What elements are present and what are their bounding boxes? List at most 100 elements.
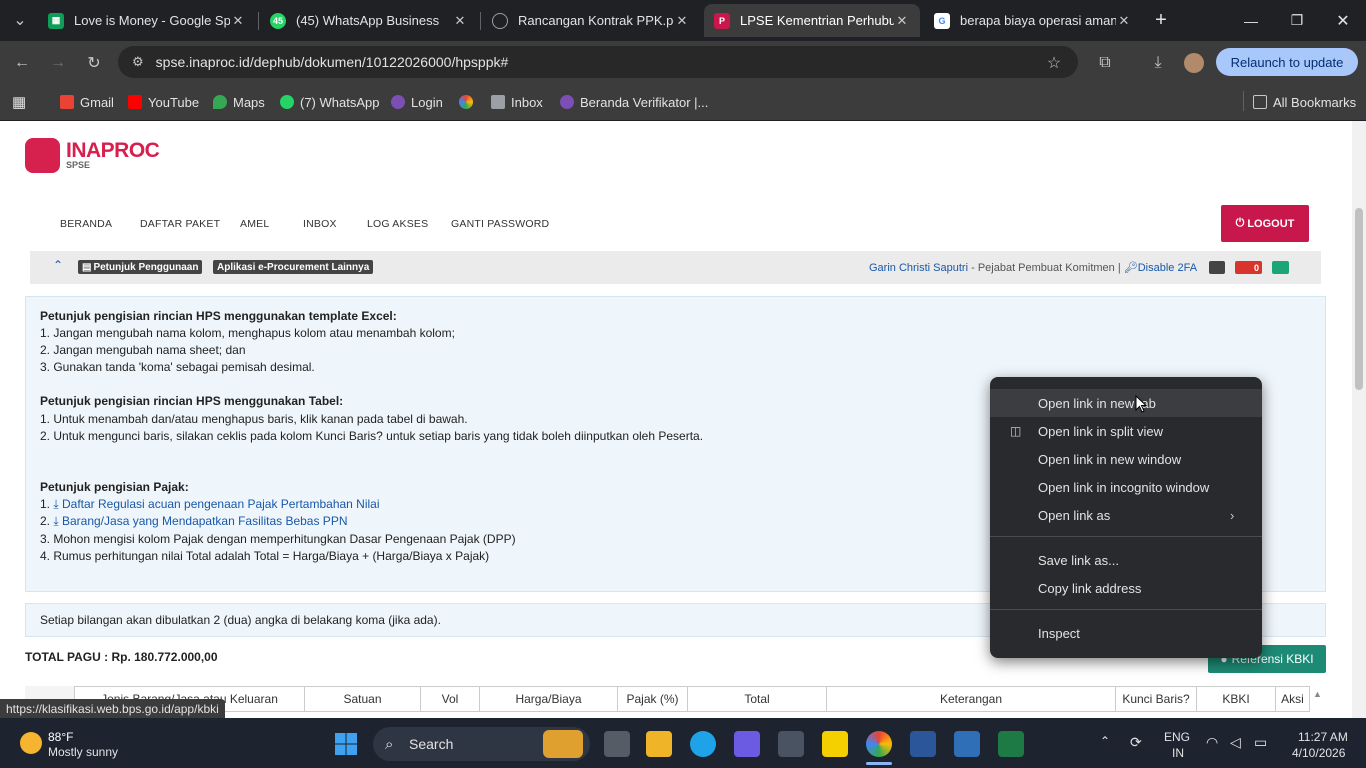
scroll-up-icon[interactable]: ▲ <box>1313 689 1322 699</box>
weather-sun-icon[interactable] <box>20 732 42 754</box>
list-item: 2. Untuk mengunci baris, silakan ceklis … <box>40 429 704 443</box>
nav-beranda[interactable]: BERANDA <box>60 218 112 230</box>
collapse-icon[interactable]: ⌃ <box>53 258 63 272</box>
apps-grid-icon[interactable]: ▦ <box>12 92 26 112</box>
all-bookmarks[interactable]: All Bookmarks <box>1253 92 1356 112</box>
page-scrollbar-thumb[interactable] <box>1355 208 1363 390</box>
extensions-icon[interactable]: ⧉ <box>1091 49 1119 77</box>
profile-avatar[interactable] <box>1184 53 1204 73</box>
col-kunci-baris[interactable]: Kunci Baris? <box>1116 686 1197 712</box>
tab-lpse[interactable]: P LPSE Kementrian Perhubung ✕ <box>704 4 920 37</box>
language-in[interactable]: IN <box>1172 746 1184 760</box>
windows-start-icon[interactable] <box>334 732 358 756</box>
battery-icon[interactable]: ▭ <box>1254 734 1267 751</box>
tab-title: (45) WhatsApp Business <box>296 13 440 28</box>
new-tab-icon[interactable]: + <box>1147 6 1175 34</box>
bookmark-star-icon[interactable]: ☆ <box>1040 49 1068 77</box>
bookmark-beranda[interactable]: Beranda Verifikator |... <box>560 92 708 112</box>
open-mail-icon[interactable] <box>1272 261 1289 274</box>
nav-amel[interactable]: AMEL <box>240 218 269 230</box>
forward-icon[interactable]: → <box>44 49 72 77</box>
bookmark-gmail[interactable]: Gmail <box>60 92 114 112</box>
col-satuan[interactable]: Satuan <box>305 686 421 712</box>
message-icon[interactable] <box>1209 261 1225 274</box>
menu-open-new-tab[interactable]: Open link in new tab <box>990 389 1262 417</box>
bookmark-inbox[interactable]: Inbox <box>491 92 543 112</box>
tab-pdf[interactable]: Rancangan Kontrak PPK.pdf ✕ <box>482 4 700 37</box>
window-close-icon[interactable]: ✕ <box>1320 0 1366 41</box>
minimize-icon[interactable]: — <box>1228 0 1274 41</box>
col-total[interactable]: Total <box>688 686 827 712</box>
taskbar-search[interactable]: ⌕ Search <box>373 727 590 761</box>
weather-temp[interactable]: 88°F <box>48 730 73 744</box>
list-item: 4. Rumus perhitungan nilai Total adalah … <box>40 549 490 563</box>
menu-open-link-as[interactable]: Open link as › <box>990 501 1262 529</box>
col-harga[interactable]: Harga/Biaya <box>480 686 618 712</box>
logout-button[interactable]: ⏻ LOGOUT <box>1221 205 1309 242</box>
bookmark-photos[interactable] <box>459 92 479 112</box>
close-icon[interactable]: ✕ <box>674 13 690 29</box>
url-text[interactable]: spse.inaproc.id/dephub/dokumen/101220260… <box>156 54 509 70</box>
task-view-icon[interactable] <box>604 731 630 757</box>
clock-date[interactable]: 4/10/2026 <box>1292 746 1345 760</box>
bookmark-whatsapp[interactable]: (7) WhatsApp <box>280 92 379 112</box>
nav-log-akses[interactable]: LOG AKSES <box>367 218 428 230</box>
weather-desc[interactable]: Mostly sunny <box>48 745 118 759</box>
language-eng[interactable]: ENG <box>1164 730 1190 744</box>
wifi-icon[interactable]: ◠ <box>1206 734 1218 751</box>
col-kbki[interactable]: KBKI <box>1197 686 1276 712</box>
sync-icon[interactable]: ⟳ <box>1130 734 1142 751</box>
excel-icon[interactable] <box>998 731 1024 757</box>
badge-petunjuk[interactable]: ▤ Petunjuk Penggunaan <box>78 260 203 274</box>
close-icon[interactable]: ✕ <box>230 13 246 29</box>
sticky-notes-icon[interactable] <box>822 731 848 757</box>
reload-icon[interactable]: ↻ <box>80 49 108 77</box>
regulasi-link[interactable]: Daftar Regulasi acuan pengenaan Pajak Pe… <box>62 497 380 511</box>
tab-google-sheets[interactable]: ▦ Love is Money - Google Spre ✕ <box>38 4 256 37</box>
tab-whatsapp[interactable]: 45 (45) WhatsApp Business ✕ <box>260 4 478 37</box>
nav-daftar-paket[interactable]: DAFTAR PAKET <box>140 218 220 230</box>
col-keterangan[interactable]: Keterangan <box>827 686 1116 712</box>
menu-inspect[interactable]: Inspect <box>990 619 1262 647</box>
disable-2fa-link[interactable]: Disable 2FA <box>1138 262 1197 274</box>
clock-time[interactable]: 11:27 AM <box>1298 730 1348 744</box>
copilot-icon[interactable] <box>734 731 760 757</box>
tab-search-icon[interactable]: ⌄ <box>6 6 34 34</box>
word-icon[interactable] <box>910 731 936 757</box>
col-vol[interactable]: Vol <box>421 686 480 712</box>
bookmark-login[interactable]: Login <box>391 92 443 112</box>
menu-save-link-as[interactable]: Save link as... <box>990 546 1262 574</box>
menu-open-new-window[interactable]: Open link in new window <box>990 445 1262 473</box>
col-pajak[interactable]: Pajak (%) <box>618 686 688 712</box>
bookmark-youtube[interactable]: YouTube <box>128 92 199 112</box>
menu-kebab-icon[interactable]: ⋮ <box>1336 49 1356 77</box>
menu-open-split-view[interactable]: ◫ Open link in split view <box>990 417 1262 445</box>
tab-google-search[interactable]: G berapa biaya operasi amand ✕ <box>924 4 1142 37</box>
calculator-icon[interactable] <box>954 731 980 757</box>
nav-ganti-password[interactable]: GANTI PASSWORD <box>451 218 549 230</box>
volume-icon[interactable]: ◁ <box>1230 734 1241 751</box>
menu-open-incognito[interactable]: Open link in incognito window <box>990 473 1262 501</box>
chrome-icon[interactable] <box>866 731 892 757</box>
restore-icon[interactable]: ❐ <box>1274 0 1320 41</box>
badge-aplikasi[interactable]: Aplikasi e-Procurement Lainnya <box>213 260 374 274</box>
mail-badge[interactable]: 0 <box>1235 261 1262 274</box>
user-name[interactable]: Garin Christi Saputri <box>869 262 968 274</box>
bookmark-maps[interactable]: Maps <box>213 92 265 112</box>
col-aksi[interactable]: Aksi <box>1276 686 1310 712</box>
edge-icon[interactable] <box>690 731 716 757</box>
bebas-ppn-link[interactable]: Barang/Jasa yang Mendapatkan Fasilitas B… <box>62 514 348 528</box>
login-icon <box>391 95 405 109</box>
close-icon[interactable]: ✕ <box>452 13 468 29</box>
close-icon[interactable]: ✕ <box>1116 13 1132 29</box>
menu-copy-link-address[interactable]: Copy link address <box>990 574 1262 602</box>
back-icon[interactable]: ← <box>8 49 36 77</box>
site-info-icon[interactable]: ⚙ <box>132 54 144 70</box>
camera-icon[interactable] <box>778 731 804 757</box>
file-explorer-icon[interactable] <box>646 731 672 757</box>
download-icon[interactable]: ⤓ <box>1144 49 1172 77</box>
nav-inbox[interactable]: INBOX <box>303 218 337 230</box>
chevron-up-icon[interactable]: ⌃ <box>1100 734 1110 748</box>
close-icon[interactable]: ✕ <box>894 13 910 29</box>
address-bar[interactable]: ⚙ spse.inaproc.id/dephub/dokumen/1012202… <box>118 46 1078 78</box>
